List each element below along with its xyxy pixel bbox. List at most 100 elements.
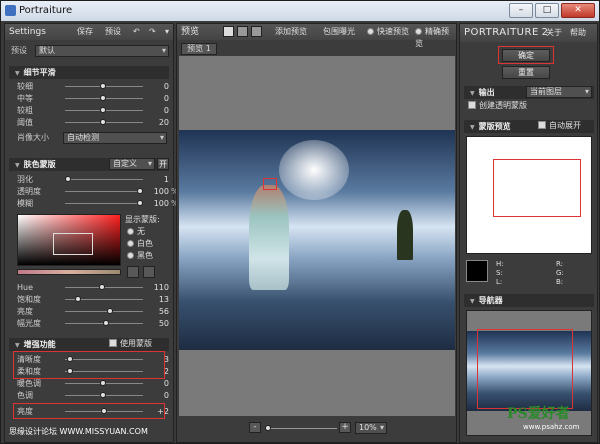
slider-track[interactable] (65, 392, 143, 398)
mask-option-black[interactable]: 黑色 (127, 250, 153, 262)
slider-track[interactable] (65, 284, 143, 290)
slider-knob[interactable] (100, 392, 106, 398)
zoom-select[interactable]: 10% (355, 422, 387, 434)
slider-row[interactable]: 幅光度 50 (17, 318, 173, 329)
slider-track[interactable] (65, 176, 143, 182)
settings-title: Settings (9, 27, 46, 37)
slider-knob[interactable] (100, 107, 106, 113)
slider-track[interactable] (65, 320, 143, 326)
slider-row[interactable]: 暖色调 0 (17, 378, 173, 389)
slider-knob[interactable] (137, 200, 143, 206)
eyedropper-icon[interactable] (127, 266, 139, 278)
preset-select[interactable]: 默认 (35, 45, 169, 57)
slider-track[interactable] (65, 119, 143, 125)
slider-label: 羽化 (17, 175, 33, 184)
zoom-out-button[interactable]: - (249, 422, 261, 433)
save-button[interactable]: 保存 (77, 26, 93, 38)
slider-row[interactable]: 中等 0 (17, 93, 173, 104)
minimize-button[interactable]: – (509, 3, 533, 18)
mask-option-none[interactable]: 无 (127, 226, 145, 238)
single-view-icon[interactable] (223, 26, 234, 37)
slider-label: 饱和度 (17, 295, 41, 304)
slider-knob[interactable] (137, 188, 143, 194)
close-button[interactable]: ✕ (561, 3, 595, 18)
preview-panel: 预览 添加预览 包围曝光 快速预览 精确预览 预览 1 - + 10% (176, 23, 457, 443)
split-view-icon[interactable] (237, 26, 248, 37)
navigator-viewport[interactable] (477, 329, 573, 409)
slider-knob[interactable] (65, 176, 71, 182)
reset-button[interactable]: 重置 (502, 66, 550, 79)
slider-label: 亮度 (17, 307, 33, 316)
transparent-mask-checkbox[interactable]: 创建透明蒙版 (468, 100, 527, 112)
zoom-slider-track[interactable] (265, 425, 337, 431)
detail-section-header[interactable]: 细节平滑 (9, 66, 169, 79)
slider-track[interactable] (65, 95, 143, 101)
maximize-button[interactable]: □ (535, 3, 559, 18)
auto-expand-checkbox[interactable]: 自动展开 (538, 120, 581, 132)
bracket-button[interactable]: 包围曝光 (323, 26, 355, 38)
highlight-box (263, 178, 277, 190)
slider-track[interactable] (65, 188, 143, 194)
use-mask-checkbox[interactable]: 使用蒙版 (109, 338, 152, 350)
slider-track[interactable] (65, 83, 143, 89)
add-preview-button[interactable]: 添加预览 (275, 26, 307, 38)
canvas-area[interactable] (179, 56, 455, 416)
about-button[interactable]: 关于 (546, 27, 562, 39)
app-window: Portraiture – □ ✕ Settings 保存 预设 ↶ ↷ ▾ 预… (0, 0, 600, 444)
slider-row[interactable]: 亮度 56 (17, 306, 173, 317)
navigator-section-header[interactable]: 导航器 (464, 294, 594, 307)
slider-row[interactable]: Hue 110 (17, 282, 173, 293)
undo-icon[interactable]: ↶ (133, 26, 140, 38)
slider-knob[interactable] (99, 284, 105, 290)
slider-knob[interactable] (75, 296, 81, 302)
slider-value: 56 (158, 307, 169, 316)
slider-knob[interactable] (100, 380, 106, 386)
hue-strip[interactable] (17, 269, 121, 275)
mask-mode-button[interactable]: 开 (157, 158, 169, 170)
color-picker-field[interactable] (17, 214, 121, 266)
slider-value: 1 (163, 175, 169, 184)
eyedropper-plus-icon[interactable] (143, 266, 155, 278)
color-picker-selection[interactable] (53, 233, 93, 255)
slider-track[interactable] (65, 380, 143, 386)
mask-mode-select[interactable]: 自定义 (109, 158, 155, 170)
slider-track[interactable] (65, 308, 143, 314)
slider-track[interactable] (65, 200, 143, 206)
slider-label: 透明度 (17, 187, 41, 196)
slider-knob[interactable] (100, 119, 106, 125)
slider-track[interactable] (65, 296, 143, 302)
slider-row[interactable]: 色调 0 (17, 390, 173, 401)
slider-row[interactable]: 模糊 100% (17, 198, 179, 209)
slider-value: 0 (163, 82, 169, 91)
slider-row[interactable]: 较细 0 (17, 81, 173, 92)
accurate-preview-radio[interactable]: 精确预览 (415, 26, 456, 50)
zoom-slider-knob[interactable] (265, 425, 271, 431)
slider-knob[interactable] (103, 320, 109, 326)
slider-knob[interactable] (100, 95, 106, 101)
radio-label: 白色 (137, 239, 153, 248)
slider-row[interactable]: 较粗 0 (17, 105, 173, 116)
redo-icon[interactable]: ↷ (149, 26, 156, 38)
slider-track[interactable] (65, 107, 143, 113)
fast-preview-radio[interactable]: 快速预览 (367, 26, 409, 38)
slider-knob[interactable] (100, 83, 106, 89)
slider-row[interactable]: 透明度 100% (17, 186, 179, 197)
slider-row[interactable]: 饱和度 13 (17, 294, 173, 305)
mask-option-white[interactable]: 白色 (127, 238, 153, 250)
output-select[interactable]: 当前图层 (526, 86, 592, 98)
tab-preview-1[interactable]: 预览 1 (181, 43, 217, 55)
preset-button[interactable]: 预设 (105, 26, 121, 38)
zoom-in-button[interactable]: + (339, 422, 351, 433)
menu-chevron-icon[interactable]: ▾ (165, 26, 169, 38)
portrait-size-select[interactable]: 自动检测 (63, 132, 167, 144)
slider-row[interactable]: 阈值 20 (17, 117, 173, 128)
slider-value: 100 (153, 187, 169, 196)
slider-row[interactable]: 羽化 1 (17, 174, 173, 185)
slider-knob[interactable] (107, 308, 113, 314)
navigator-thumbnail[interactable]: PS爱好者 www.psahz.com (466, 310, 592, 436)
help-button[interactable]: 帮助 (570, 27, 586, 39)
side-by-side-icon[interactable] (251, 26, 262, 37)
photo-preview[interactable] (179, 130, 455, 350)
radio-icon (127, 240, 134, 247)
slider-value: 100 (153, 199, 169, 208)
